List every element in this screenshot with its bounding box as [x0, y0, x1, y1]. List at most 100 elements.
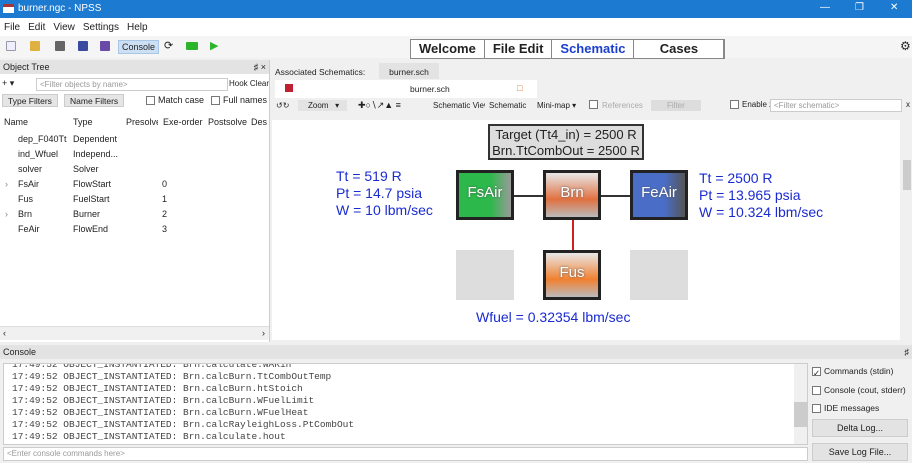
zoom-dropdown[interactable]: Zoom ▾ [298, 100, 348, 111]
tab-file-edit[interactable]: File Edit [484, 40, 553, 58]
save-as-icon[interactable] [78, 41, 88, 51]
tree-row[interactable]: solver Solver [0, 162, 260, 177]
save-icon[interactable] [55, 41, 65, 51]
node-fus[interactable]: Fus [543, 250, 601, 300]
tree-row-name: Brn [18, 209, 33, 219]
gear-icon[interactable]: ⚙ [900, 39, 911, 53]
full-names-checkbox[interactable]: Full names [211, 95, 267, 106]
col-des[interactable]: Des [251, 117, 267, 127]
expand-arrow-icon[interactable]: › [5, 209, 8, 219]
filter-objects-input[interactable]: <Filter objects by name> [36, 78, 228, 91]
node-feair-label: FeAir [641, 184, 677, 201]
console-button[interactable]: Console [118, 40, 160, 54]
open-folder-icon[interactable] [30, 41, 40, 51]
save-icon[interactable] [285, 84, 293, 92]
outlet-w: W = 10.324 lbm/sec [699, 204, 824, 220]
tree-header-row: Name Type Presolve Exe-order Postsolve D… [0, 115, 267, 130]
refresh-icon[interactable]: ⟳ [164, 39, 173, 52]
console-scrollbar[interactable] [794, 364, 807, 444]
tab-welcome[interactable]: Welcome [411, 40, 485, 58]
ide-messages-checkbox[interactable]: IDE messages [812, 403, 879, 414]
delta-log-button[interactable]: Delta Log... [812, 419, 908, 437]
tree-row[interactable]: dep_F040Tt Dependent [0, 132, 260, 147]
tree-row-exe-order: 3 [162, 224, 168, 234]
tab-cases[interactable]: Cases [634, 40, 725, 58]
empty-slot [456, 250, 514, 300]
scroll-right-icon[interactable]: › [262, 328, 265, 338]
console-line: 17:49:52 OBJECT_INSTANTIATED: Brn.calcul… [12, 363, 292, 370]
console-output[interactable]: 17:49:52 OBJECT_INSTANTIATED: Brn.calcul… [3, 363, 808, 445]
schematic-view-button[interactable]: Schematic View [433, 101, 485, 110]
console-cout-label: Console (cout, stderr) [824, 385, 906, 395]
schematic-tab-burner[interactable]: burner.sch [379, 63, 439, 79]
node-feair[interactable]: FeAir [630, 170, 688, 220]
target-box[interactable]: Target (Tt4_in) = 2500 R Brn.TtCombOut =… [488, 124, 644, 160]
commands-checkbox[interactable]: ✓ Commands (stdin) [812, 366, 893, 378]
expand-collapse-button[interactable]: + ▾ [2, 78, 14, 89]
save-all-icon[interactable] [100, 41, 110, 51]
tree-row[interactable]: › Brn Burner 2 [0, 207, 260, 222]
tree-row[interactable]: › FsAir FlowStart 0 [0, 177, 260, 192]
col-name[interactable]: Name [4, 117, 28, 127]
console-command-input[interactable]: <Enter console commands here> [3, 447, 808, 461]
menu-settings[interactable]: Settings [79, 18, 123, 33]
new-file-icon[interactable] [6, 41, 16, 51]
document-tab-burner[interactable]: burner.sch □ [275, 80, 537, 98]
horizontal-scrollbar[interactable]: ‹ › [0, 326, 269, 340]
node-fsair[interactable]: FsAir [456, 170, 514, 220]
match-case-checkbox[interactable]: Match case [146, 95, 204, 106]
vertical-scrollbar[interactable] [902, 120, 912, 340]
clear-filter-icon[interactable]: x [906, 100, 910, 109]
tool-icons[interactable]: ✚○∖↗▲ ≡ [358, 100, 401, 111]
tree-row-name: Fus [18, 194, 34, 204]
filter-schematic-input[interactable]: <Filter schematic> [770, 99, 902, 112]
tree-row[interactable]: FeAir FlowEnd 3 [0, 222, 260, 237]
references-checkbox[interactable] [589, 100, 601, 110]
menu-help[interactable]: Help [123, 18, 152, 33]
menu-file[interactable]: File [0, 18, 24, 33]
maximize-icon[interactable]: ❐ [855, 2, 864, 13]
type-filters-button[interactable]: Type Filters [2, 94, 58, 107]
schematic-canvas[interactable]: Target (Tt4_in) = 2500 R Brn.TtCombOut =… [272, 120, 900, 340]
filter-button[interactable]: Filter [651, 100, 701, 111]
save-log-file-button[interactable]: Save Log File... [812, 443, 908, 461]
schematic-toolbar: ↺↻ Zoom ▾ ✚○∖↗▲ ≡ Schematic View Schemat… [275, 99, 911, 115]
col-exe-order[interactable]: Exe-order [163, 117, 203, 127]
tab-schematic[interactable]: Schematic [552, 40, 635, 58]
col-type[interactable]: Type [73, 117, 93, 127]
tree-row[interactable]: Fus FuelStart 1 [0, 192, 260, 207]
play-icon[interactable]: ▶ [210, 39, 218, 52]
tree-row-type: FlowStart [73, 179, 112, 189]
name-filters-button[interactable]: Name Filters [64, 94, 125, 107]
node-fsair-label: FsAir [467, 184, 503, 201]
console-cout-checkbox[interactable]: Console (cout, stderr) [812, 385, 906, 396]
close-tab-icon[interactable]: □ [517, 83, 522, 93]
tree-row-type: FlowEnd [73, 224, 109, 234]
tree-row[interactable]: ind_Wfuel Independ... [0, 147, 260, 162]
dock-close-icon[interactable]: ♯ × [254, 62, 266, 72]
minimap-dropdown[interactable]: Mini-map ▾ [537, 101, 576, 110]
console-panel: Console ♯ 17:49:52 OBJECT_INSTANTIATED: B… [0, 345, 912, 463]
tree-row-name: ind_Wfuel [18, 149, 59, 159]
schematic-panel: Associated Schematics: burner.sch burner… [272, 60, 912, 342]
dock-icon[interactable]: ♯ [905, 347, 910, 357]
node-brn[interactable]: Brn [543, 170, 601, 220]
outlet-pt: Pt = 13.965 psia [699, 187, 801, 203]
title-bar: burner.ngc - NPSS — ❐ ✕ [0, 0, 912, 18]
console-line: 17:49:52 OBJECT_INSTANTIATED: Brn.calcBu… [12, 407, 309, 418]
col-presolve[interactable]: Presolve [126, 117, 158, 127]
hook-clear-button[interactable]: Hook Clear [229, 79, 269, 88]
undo-redo-icons[interactable]: ↺↻ [276, 101, 289, 110]
schematic-button[interactable]: Schematic [489, 101, 534, 110]
expand-arrow-icon[interactable]: › [5, 179, 8, 189]
minimize-icon[interactable]: — [820, 2, 830, 13]
menu-edit[interactable]: Edit [24, 18, 49, 33]
scroll-left-icon[interactable]: ‹ [3, 328, 6, 338]
run-model-icon[interactable] [186, 42, 198, 50]
col-postsolve[interactable]: Postsolve [208, 117, 248, 127]
close-icon[interactable]: ✕ [890, 2, 898, 13]
object-tree-title: Object Tree [3, 62, 50, 72]
object-tree-header: Object Tree ♯ × [0, 60, 269, 74]
menu-view[interactable]: View [49, 18, 79, 33]
inlet-pt: Pt = 14.7 psia [336, 185, 423, 201]
